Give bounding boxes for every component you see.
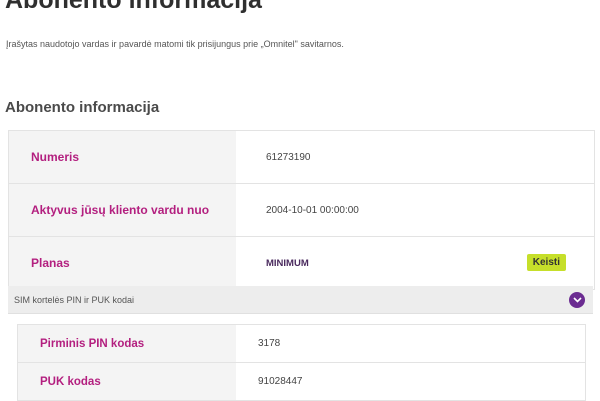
plan-name: MINIMUM — [266, 257, 309, 269]
table-row-active-since: Aktyvus jūsų kliento vardu nuo 2004-10-0… — [9, 184, 594, 237]
subscriber-info-table: Numeris 61273190 Aktyvus jūsų kliento va… — [8, 130, 595, 290]
table-row-plan: Planas MINIMUM Keisti — [9, 237, 594, 290]
row-value: 3178 — [258, 338, 281, 349]
row-value: 2004-10-01 00:00:00 — [266, 204, 359, 216]
page-title: Abonento informacija — [5, 0, 262, 14]
sim-codes-accordion-header[interactable]: SIM kortelės PIN ir PUK kodai — [8, 286, 593, 314]
row-value: 91028447 — [258, 376, 303, 387]
change-plan-button[interactable]: Keisti — [526, 254, 566, 271]
plan-cell: MINIMUM Keisti — [236, 237, 594, 289]
sim-codes-table: Pirminis PIN kodas 3178 PUK kodas 910284… — [17, 324, 586, 401]
row-label: Aktyvus jūsų kliento vardu nuo — [9, 184, 236, 236]
row-label: Numeris — [9, 131, 236, 183]
row-value: 61273190 — [266, 151, 311, 163]
row-label: Pirminis PIN kodas — [18, 325, 236, 362]
table-row-puk: PUK kodas 91028447 — [18, 363, 585, 400]
table-row-pin: Pirminis PIN kodas 3178 — [18, 325, 585, 363]
table-row-number: Numeris 61273190 — [9, 131, 594, 184]
intro-text: Įrašytas naudotojo vardas ir pavardė mat… — [6, 39, 344, 49]
chevron-down-icon[interactable] — [569, 292, 585, 308]
row-label: Planas — [9, 237, 236, 289]
sim-codes-header-label: SIM kortelės PIN ir PUK kodai — [14, 294, 135, 305]
section-title: Abonento informacija — [5, 99, 160, 116]
row-label: PUK kodas — [18, 363, 236, 400]
